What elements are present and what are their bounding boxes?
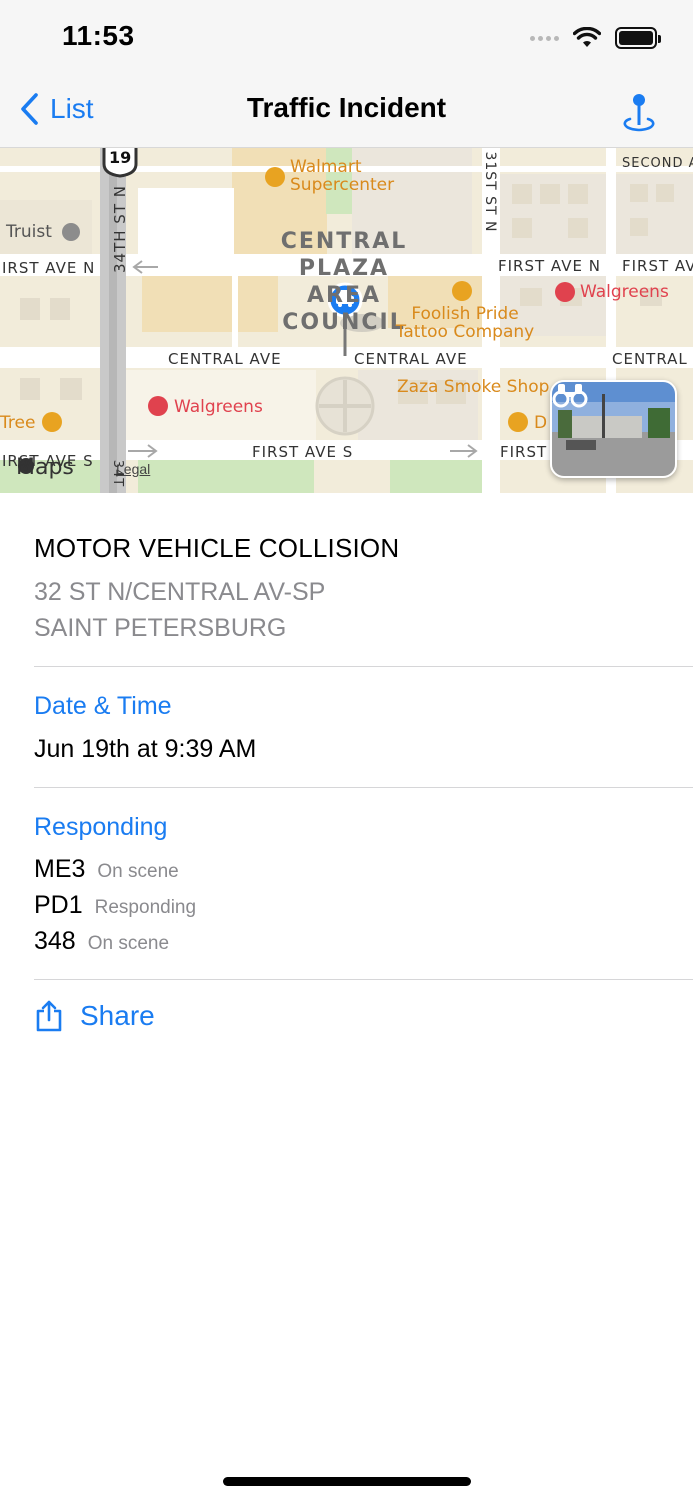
poi-zaza[interactable]: Zaza Smoke Shop xyxy=(397,378,549,396)
chevron-left-icon xyxy=(21,93,38,125)
poi-truist[interactable]: Truist xyxy=(6,223,52,241)
unit-status: On scene xyxy=(97,861,179,882)
street-label: FIRST AVE N xyxy=(498,257,601,275)
home-indicator[interactable] xyxy=(223,1477,471,1486)
unit-status: Responding xyxy=(94,897,197,918)
legal-link[interactable]: Legal xyxy=(116,461,150,477)
street-label: FIRST AV xyxy=(622,257,693,275)
poi-walgreens[interactable]: Walgreens xyxy=(580,283,669,301)
divider xyxy=(34,666,693,667)
poi-walgreens[interactable]: Walgreens xyxy=(174,398,263,416)
unit-row: ME3 On scene xyxy=(34,855,179,884)
divider xyxy=(34,979,693,980)
unit-status: On scene xyxy=(87,933,170,954)
route-shield-label: 19 xyxy=(109,148,132,167)
street-label: CENTRAL xyxy=(612,350,688,368)
look-around-preview[interactable] xyxy=(550,380,677,478)
street-label: FIRST AVE S xyxy=(252,443,354,461)
address-line-2: SAINT PETERSBURG xyxy=(34,614,287,642)
date-time-value: Jun 19th at 9:39 AM xyxy=(34,735,257,763)
incident-type: MOTOR VEHICLE COLLISION xyxy=(34,533,400,563)
unit-id: ME3 xyxy=(34,855,86,883)
cellular-signal-icon xyxy=(530,35,559,41)
street-label: SECOND A xyxy=(622,156,693,171)
back-button[interactable]: List xyxy=(20,92,94,126)
poi-walmart[interactable]: Walmart Supercenter xyxy=(290,158,400,194)
address-line-1: 32 ST N/CENTRAL AV-SP xyxy=(34,578,326,606)
poi-tree[interactable]: Tree xyxy=(0,414,35,432)
date-time-heading: Date & Time xyxy=(34,692,172,720)
unit-row: PD1 Responding xyxy=(34,891,196,920)
poi-foolish-pride[interactable]: Foolish Pride Tattoo Company xyxy=(390,305,540,341)
binoculars-icon xyxy=(552,384,588,408)
share-icon xyxy=(36,1000,62,1032)
map-pin-icon[interactable] xyxy=(619,92,659,134)
battery-icon xyxy=(615,27,661,49)
map-view[interactable]: 19 IRST AVE N FIRST AVE N FIRST AV CENTR… xyxy=(0,148,693,493)
share-button[interactable]: Share xyxy=(34,999,155,1033)
street-label: 34TH ST N xyxy=(111,185,129,273)
navigation-bar: 11:53 List Traffic Incident xyxy=(0,0,693,148)
maps-logo: Maps xyxy=(16,455,74,480)
street-label: CENTRAL AVE xyxy=(168,350,282,368)
unit-id: PD1 xyxy=(34,891,83,919)
divider xyxy=(34,787,693,788)
street-label: FIRST xyxy=(500,443,548,461)
street-label: 31ST ST N xyxy=(482,151,498,233)
wifi-icon xyxy=(573,27,601,47)
share-label: Share xyxy=(80,1000,155,1031)
page-title: Traffic Incident xyxy=(246,92,447,123)
status-time: 11:53 xyxy=(62,20,135,51)
unit-row: 348 On scene xyxy=(34,927,169,956)
unit-id: 348 xyxy=(34,927,76,955)
poi-d-store[interactable]: D xyxy=(534,414,547,432)
street-label: IRST AVE N xyxy=(2,259,96,277)
back-button-label: List xyxy=(50,93,94,124)
street-label: CENTRAL AVE xyxy=(354,350,468,368)
status-icons xyxy=(530,26,661,50)
responding-heading: Responding xyxy=(34,813,168,841)
